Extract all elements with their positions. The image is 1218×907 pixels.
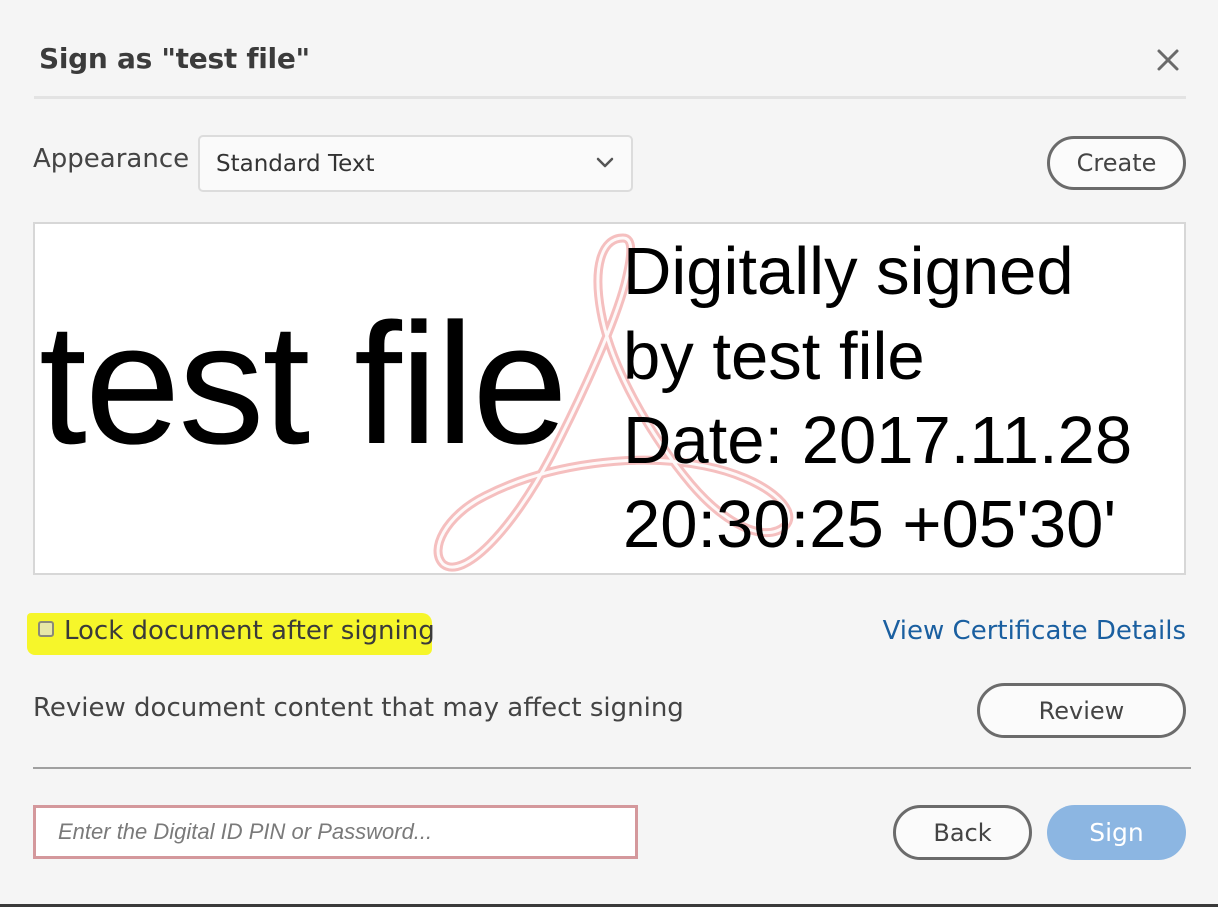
sign-button[interactable]: Sign [1047, 805, 1186, 860]
title-divider [34, 96, 1186, 99]
close-icon [1157, 49, 1179, 71]
signature-detail-line: Digitally signed [623, 234, 1074, 309]
create-button[interactable]: Create [1047, 136, 1186, 190]
pin-password-input[interactable] [33, 805, 638, 859]
review-button[interactable]: Review [977, 683, 1186, 738]
appearance-label: Appearance [33, 144, 190, 174]
sign-dialog: Sign as "test file" Appearance Standard … [0, 0, 1218, 907]
close-button[interactable] [1150, 42, 1186, 78]
lock-document-label: Lock document after signing [64, 616, 435, 646]
appearance-dropdown-value: Standard Text [216, 151, 375, 177]
review-description: Review document content that may affect … [33, 693, 684, 723]
appearance-dropdown[interactable]: Standard Text [198, 135, 633, 192]
signature-detail-line: Date: 2017.11.28 [623, 403, 1133, 478]
signature-preview: test file Digitally signed by test file … [33, 222, 1186, 575]
section-divider [33, 767, 1191, 769]
chevron-down-icon [596, 157, 614, 168]
signature-detail-line: 20:30:25 +05'30' [623, 487, 1117, 562]
dialog-title: Sign as "test file" [39, 42, 310, 75]
view-certificate-details-link[interactable]: View Certificate Details [883, 616, 1186, 646]
lock-document-checkbox[interactable] [38, 621, 54, 637]
lock-document-option[interactable]: Lock document after signing [38, 616, 435, 646]
signature-detail-line: by test file [623, 319, 925, 394]
back-button[interactable]: Back [893, 805, 1032, 860]
signature-name: test file [39, 288, 568, 480]
